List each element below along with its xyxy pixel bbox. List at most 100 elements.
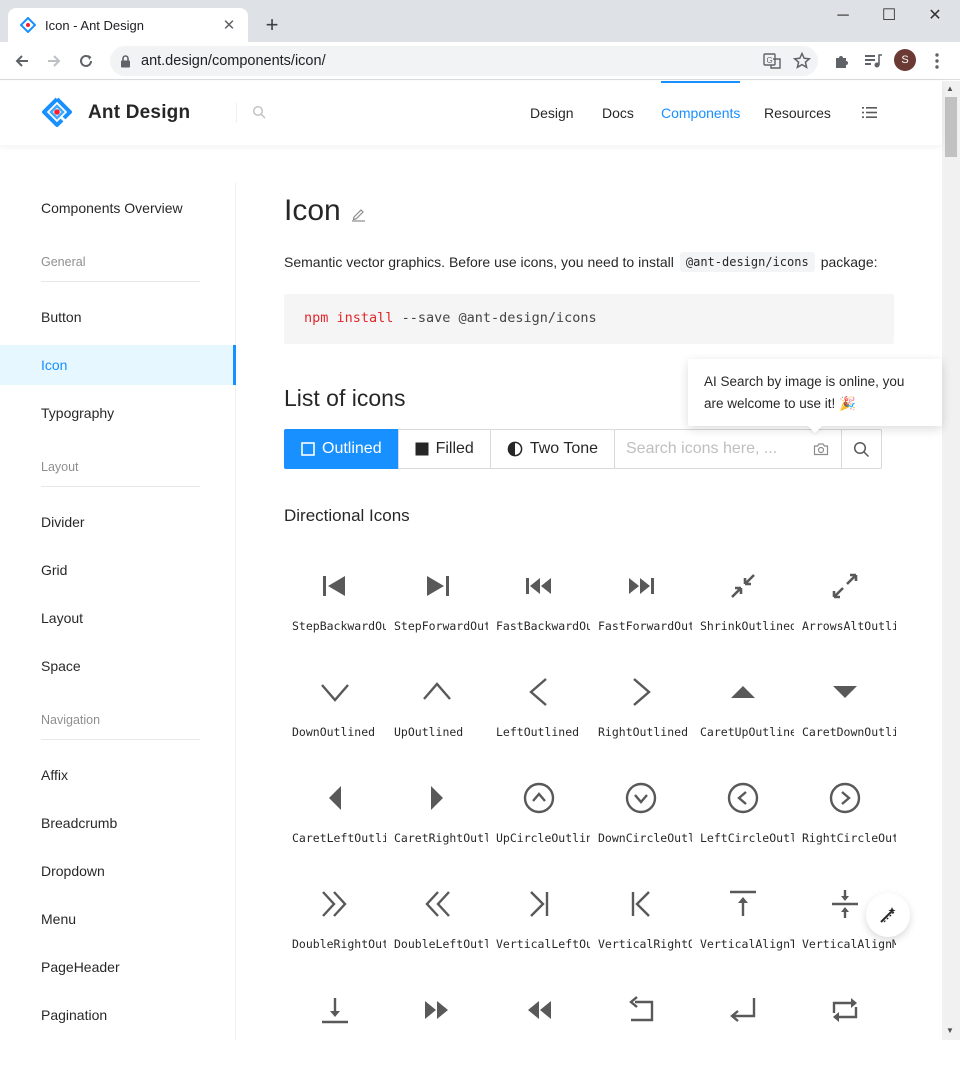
address-bar[interactable]: ant.design/components/icon/ G — [110, 46, 818, 76]
icon-cell-arrows-alt[interactable]: ArrowsAltOutlined — [794, 550, 896, 656]
icon-search-input[interactable] — [615, 430, 801, 468]
vertical-align-bottom-icon — [322, 998, 348, 1024]
nav-design[interactable]: Design — [530, 81, 574, 145]
sidebar-group-navigation: Navigation — [41, 713, 200, 740]
scroll-up-arrow-icon[interactable]: ▲ — [946, 84, 954, 93]
svg-text:G: G — [767, 56, 773, 65]
icon-cell-right[interactable]: RightOutlined — [590, 656, 692, 762]
scroll-thumb[interactable] — [945, 97, 957, 157]
directional-icons-heading: Directional Icons — [284, 506, 410, 525]
translate-icon[interactable]: G — [762, 51, 782, 71]
edit-icon[interactable] — [351, 207, 366, 222]
sidebar-item-button[interactable]: Button — [0, 297, 236, 337]
icon-cell-vertical-left[interactable]: VerticalLeftOutlined — [488, 868, 590, 974]
step-backward-icon — [323, 576, 345, 596]
sidebar-item-dropdown[interactable]: Dropdown — [0, 851, 236, 891]
code-args: --save @ant-design/icons — [401, 310, 597, 326]
icon-cell-fast-forward[interactable]: FastForwardOutlined — [590, 550, 692, 656]
down-circle-icon — [625, 782, 657, 814]
icon-cell-down[interactable]: DownOutlined — [284, 656, 386, 762]
theme-outlined-button[interactable]: Outlined — [284, 429, 399, 469]
icon-cell-backward[interactable] — [488, 974, 590, 1080]
ant-design-logo[interactable]: Ant Design — [40, 96, 190, 130]
icon-cell-up[interactable]: UpOutlined — [386, 656, 488, 762]
browser-tab[interactable]: Icon - Ant Design ✕ — [8, 8, 248, 42]
sidebar-item-icon[interactable]: Icon — [0, 345, 236, 385]
forward-button[interactable] — [40, 47, 68, 75]
nav-docs[interactable]: Docs — [602, 81, 634, 145]
nav-resources[interactable]: Resources — [764, 81, 831, 145]
extensions-puzzle-icon[interactable] — [830, 50, 852, 72]
chrome-menu-icon[interactable] — [926, 50, 948, 72]
icon-cell-rollback[interactable] — [590, 974, 692, 1080]
icon-cell-retweet[interactable] — [794, 974, 896, 1080]
profile-avatar[interactable]: S — [894, 49, 916, 71]
tab-close-icon[interactable]: ✕ — [220, 16, 238, 34]
nav-components[interactable]: Components — [661, 81, 741, 145]
icon-cell-double-left[interactable]: DoubleLeftOutlined — [386, 868, 488, 974]
search-button[interactable] — [841, 430, 881, 468]
shrink-icon — [731, 574, 755, 598]
icon-cell-step-backward[interactable]: StepBackwardOutlined — [284, 550, 386, 656]
sidebar-item-pagination[interactable]: Pagination — [0, 995, 236, 1035]
nav-menu-list-icon[interactable] — [862, 106, 877, 119]
icon-cell-vertical-align-bottom[interactable] — [284, 974, 386, 1080]
icon-label: ArrowsAltOutlined — [802, 619, 896, 633]
icon-cell-forward[interactable] — [386, 974, 488, 1080]
icon-cell-enter[interactable] — [692, 974, 794, 1080]
icon-cell-right-circle[interactable]: RightCircleOutlined — [794, 762, 896, 868]
icon-cell-vertical-right[interactable]: VerticalRightOutlined — [590, 868, 692, 974]
sidebar-item-grid[interactable]: Grid — [0, 550, 236, 590]
sidebar-item-pageheader[interactable]: PageHeader — [0, 947, 236, 987]
icon-cell-caret-up[interactable]: CaretUpOutlined — [692, 656, 794, 762]
lock-icon — [121, 54, 130, 67]
sidebar-item-affix[interactable]: Affix — [0, 755, 236, 795]
back-button[interactable] — [8, 47, 36, 75]
icon-label: VerticalAlignTopOutlined — [700, 937, 794, 951]
theme-filled-button[interactable]: Filled — [397, 429, 491, 469]
right-icon — [633, 678, 651, 706]
theme-switch-float-button[interactable] — [866, 893, 910, 937]
icon-cell-down-circle[interactable]: DownCircleOutlined — [590, 762, 692, 868]
new-tab-button[interactable]: + — [260, 12, 284, 38]
icon-label: VerticalAlignMiddleOutlined — [802, 937, 896, 951]
camera-icon[interactable] — [801, 430, 841, 468]
page-scrollbar[interactable]: ▲ ▼ — [942, 81, 960, 1040]
enter-icon — [730, 998, 756, 1022]
sidebar-item-components-overview[interactable]: Components Overview — [0, 188, 236, 228]
icon-cell-caret-left[interactable]: CaretLeftOutlined — [284, 762, 386, 868]
minimize-button[interactable]: ─ — [820, 4, 866, 28]
icon-cell-up-circle[interactable]: UpCircleOutlined — [488, 762, 590, 868]
icon-cell-fast-backward[interactable]: FastBackwardOutlined — [488, 550, 590, 656]
icon-cell-double-right[interactable]: DoubleRightOutlined — [284, 868, 386, 974]
scroll-down-arrow-icon[interactable]: ▼ — [946, 1026, 954, 1035]
sidebar-item-layout[interactable]: Layout — [0, 598, 236, 638]
icon-cell-caret-down[interactable]: CaretDownOutlined — [794, 656, 896, 762]
icon-cell-shrink[interactable]: ShrinkOutlined — [692, 550, 794, 656]
sidebar-item-divider[interactable]: Divider — [0, 502, 236, 542]
icon-cell-step-forward[interactable]: StepForwardOutlined — [386, 550, 488, 656]
forward-arrow-icon — [48, 55, 61, 67]
browser-tab-bar: Icon - Ant Design ✕ + ─ ☐ ✕ — [0, 0, 960, 42]
bookmark-star-icon[interactable] — [792, 51, 812, 71]
theme-twotone-button[interactable]: Two Tone — [489, 429, 616, 469]
sidebar-item-space[interactable]: Space — [0, 646, 236, 686]
sidebar-item-menu[interactable]: Menu — [0, 899, 236, 939]
media-playlist-icon[interactable] — [862, 50, 884, 72]
filled-square-icon — [415, 442, 429, 456]
header-search-icon[interactable] — [252, 105, 266, 119]
icon-cell-vertical-align-top[interactable]: VerticalAlignTopOutlined — [692, 868, 794, 974]
sidebar-item-typography[interactable]: Typography — [0, 393, 236, 433]
reload-button[interactable] — [72, 47, 100, 75]
icon-label: RightCircleOutlined — [802, 831, 896, 845]
maximize-button[interactable]: ☐ — [866, 4, 912, 28]
icon-cell-caret-right[interactable]: CaretRightOutlined — [386, 762, 488, 868]
sidebar-group-layout: Layout — [41, 460, 200, 487]
logo-text: Ant Design — [88, 102, 191, 123]
icon-cell-left[interactable]: LeftOutlined — [488, 656, 590, 762]
close-window-button[interactable]: ✕ — [912, 4, 958, 28]
down-icon — [321, 684, 349, 702]
icon-label: CaretRightOutlined — [394, 831, 488, 845]
sidebar-item-breadcrumb[interactable]: Breadcrumb — [0, 803, 236, 843]
icon-cell-left-circle[interactable]: LeftCircleOutlined — [692, 762, 794, 868]
